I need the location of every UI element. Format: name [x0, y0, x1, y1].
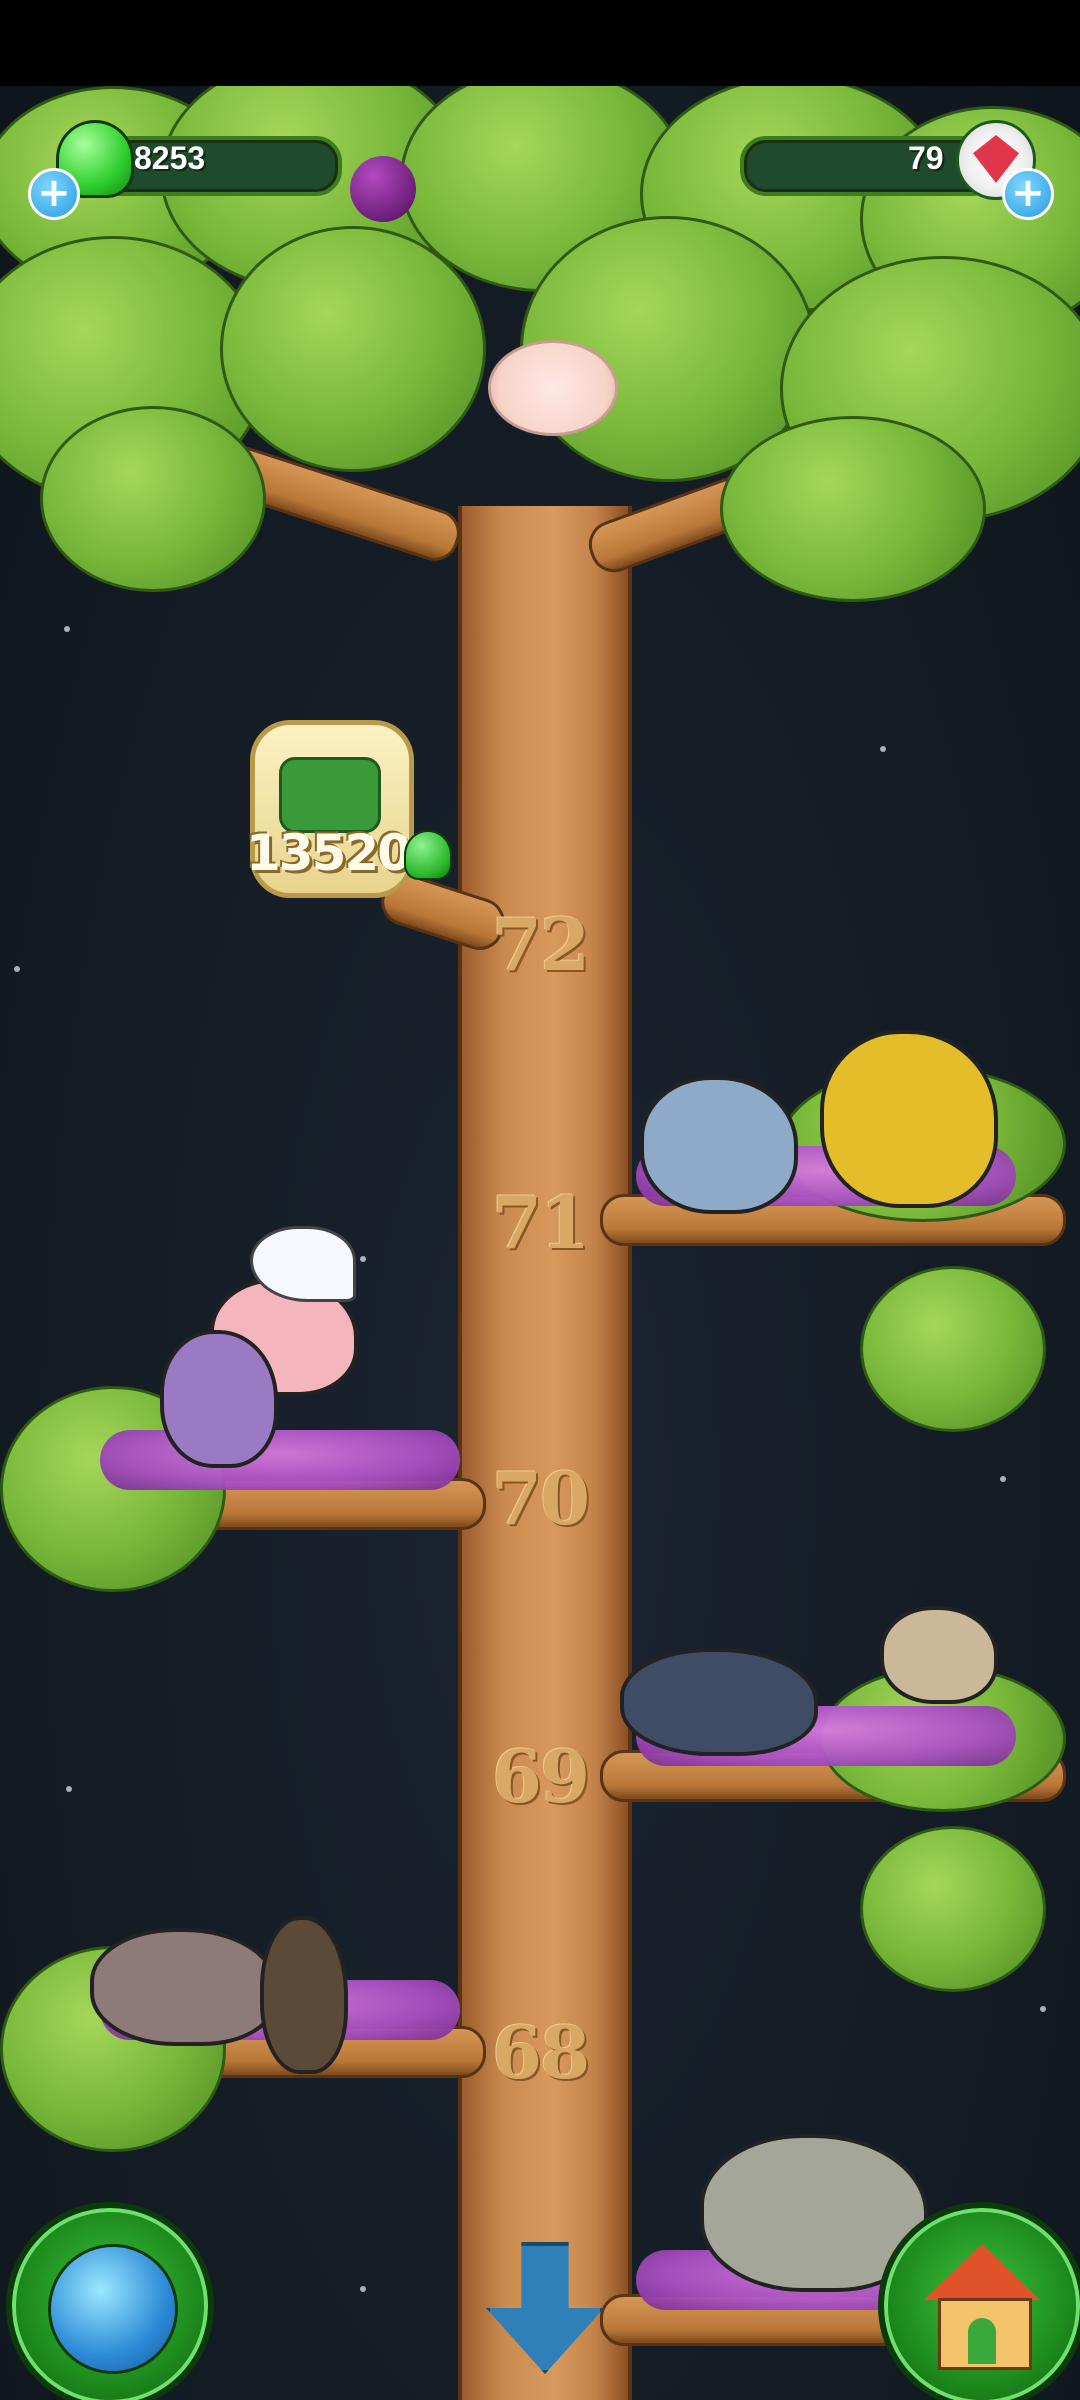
- level-number-70: 70: [491, 1456, 590, 1541]
- star: [880, 746, 886, 752]
- level-number-71: 71: [491, 1180, 590, 1265]
- flower-decoration: [488, 340, 618, 436]
- level-number-72: 72: [491, 902, 590, 987]
- home-button[interactable]: [878, 2202, 1080, 2400]
- griffin-creature[interactable]: [820, 1030, 998, 1208]
- nest-platform: [100, 1430, 460, 1490]
- bird-creature[interactable]: [260, 1916, 348, 2074]
- down-arrow-icon: [486, 2242, 604, 2374]
- star: [1040, 2006, 1046, 2012]
- currency-right-value: 79: [908, 140, 944, 176]
- green-jelly-icon: [404, 830, 452, 880]
- plum-fruit[interactable]: [350, 156, 416, 222]
- tree-scene[interactable]: 72 71 70 69 68 13520 + 8253 + 79: [0, 86, 1080, 2400]
- star: [14, 966, 20, 972]
- scroll-down-button[interactable]: [476, 2242, 606, 2374]
- house-icon: [924, 2244, 1040, 2370]
- moth-creature[interactable]: [880, 1606, 998, 1704]
- globe-icon: [48, 2244, 178, 2374]
- watering-can-icon: [279, 757, 381, 833]
- level-number-69: 69: [491, 1734, 590, 1819]
- lynx-creature[interactable]: [640, 1076, 798, 1214]
- upgrade-cost: 13520: [246, 824, 412, 882]
- globe-button[interactable]: [6, 2202, 214, 2400]
- purple-creature[interactable]: [160, 1330, 278, 1468]
- status-bar: [0, 0, 1080, 86]
- add-currency-right-button[interactable]: +: [1002, 168, 1054, 220]
- star: [360, 1256, 366, 1262]
- donkey-creature[interactable]: [90, 1928, 278, 2046]
- tree-trunk: [458, 506, 632, 2400]
- star: [1000, 1476, 1006, 1482]
- branch-leaves: [860, 1826, 1046, 1992]
- level-number-68: 68: [491, 2010, 590, 2095]
- branch-leaves: [860, 1266, 1046, 1432]
- currency-left-value: 8253: [134, 140, 206, 176]
- walrus-creature[interactable]: [620, 1648, 818, 1756]
- star: [66, 1786, 72, 1792]
- star: [360, 2286, 366, 2292]
- add-currency-left-button[interactable]: +: [28, 168, 80, 220]
